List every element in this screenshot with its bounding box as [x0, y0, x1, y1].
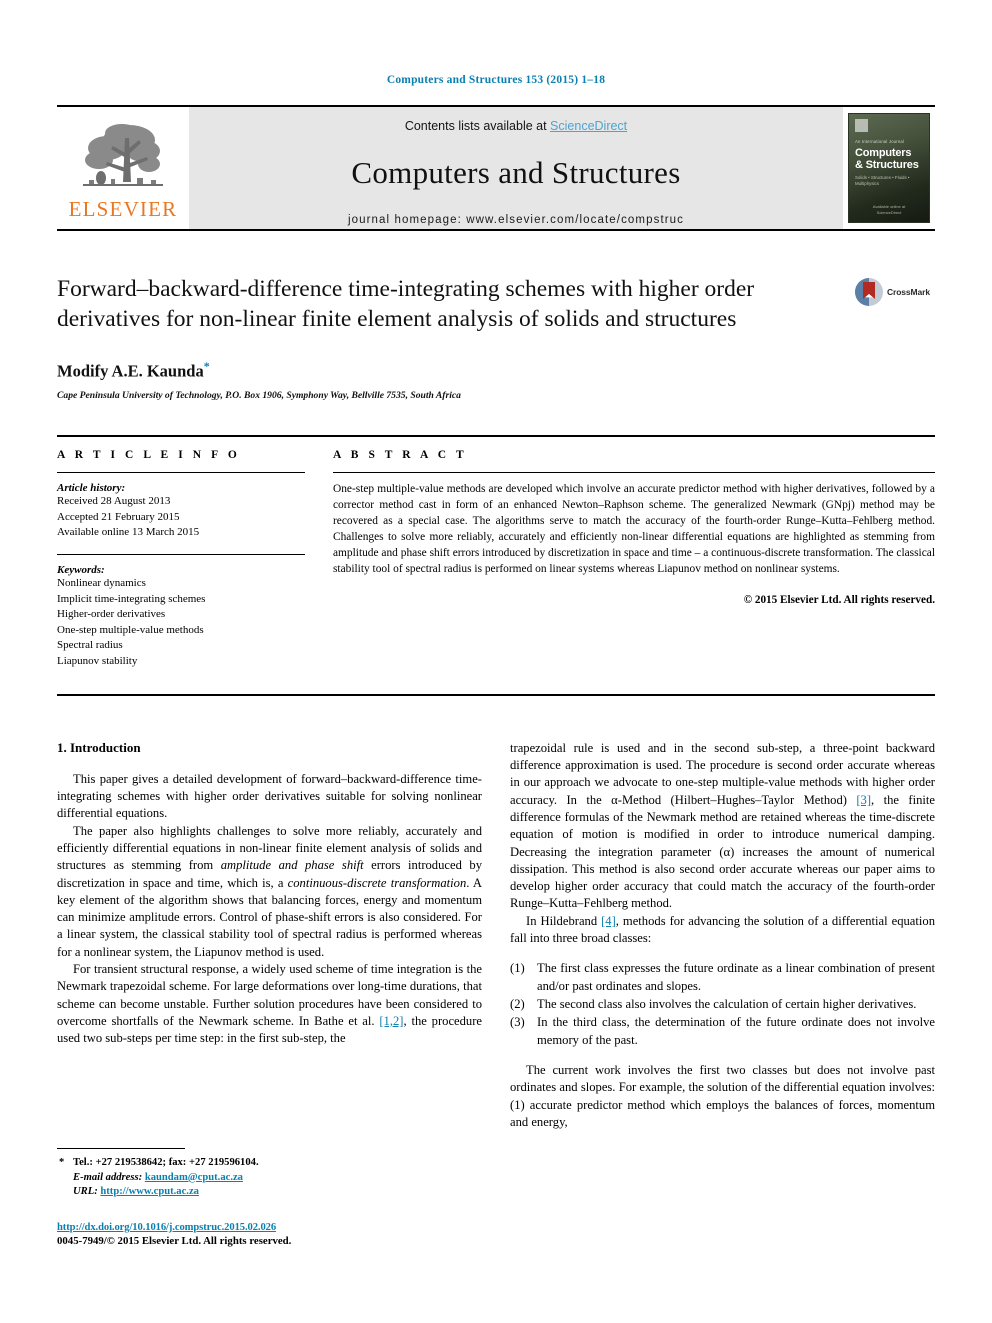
issn-copyright-line: 0045-7949/© 2015 Elsevier Ltd. All right…: [57, 1235, 292, 1247]
keyword-item: Liapunov stability: [57, 655, 138, 668]
section-heading-introduction: 1. Introduction: [57, 739, 141, 755]
cover-badge-icon: [855, 119, 868, 132]
paragraph: The paper also highlights challenges to …: [57, 823, 483, 959]
contents-prefix: Contents lists available at: [404, 119, 551, 133]
footnote-url-link[interactable]: http://www.cput.ac.za: [100, 1186, 199, 1197]
sciencedirect-link[interactable]: ScienceDirect: [550, 119, 627, 133]
list-item: (2) The second class also involves the ca…: [510, 996, 935, 1013]
keyword-item: Spectral radius: [57, 639, 123, 652]
journal-masthead: ELSEVIER Contents lists available at Sci…: [57, 105, 935, 229]
abstract-column: A B S T R A C T One-step multiple-value …: [323, 449, 935, 669]
list-item: (3) In the third class, the determination…: [510, 1014, 935, 1049]
footnote-tel-text: Tel.: +27 219538642; fax: +27 219596104.: [73, 1157, 259, 1168]
emphasis-amplitude-phase: amplitude and phase shift: [220, 858, 364, 873]
emphasis-continuous-discrete: continuous-discrete transformation: [287, 875, 467, 890]
paragraph: trapezoidal rule is used and in the seco…: [510, 740, 935, 911]
keyword-item: Implicit time-integrating schemes: [57, 592, 206, 605]
crossmark-label: CrossMark: [886, 287, 931, 297]
footnote-email-link[interactable]: kaundam@cput.ac.za: [145, 1172, 243, 1183]
article-body: 1. Introduction This paper gives a detai…: [57, 740, 935, 1132]
cover-title: Computers & Structures: [855, 147, 925, 172]
doi-link[interactable]: http://dx.doi.org/10.1016/j.compstruc.20…: [57, 1222, 537, 1233]
cover-title-line2: & Structures: [855, 159, 919, 172]
reference-link-4[interactable]: [4]: [601, 914, 616, 928]
article-info-column: A R T I C L E I N F O Article history: R…: [57, 449, 323, 669]
article-history-online: Available online 13 March 2015: [57, 526, 200, 539]
cover-subtitle: Solids • Structures • Fluids • Multiphys…: [855, 175, 910, 186]
abstract-text: One-step multiple-value methods are deve…: [333, 483, 935, 576]
author-list: Modify A.E. Kaunda*: [57, 359, 833, 382]
footnote-rule: [57, 1148, 185, 1149]
article-history-accepted: Accepted 21 February 2015: [57, 510, 180, 523]
list-item-number: (3): [510, 1015, 525, 1030]
page-title: Forward–backward-difference time-integra…: [57, 276, 755, 332]
article-history-received: Received 28 August 2013: [57, 495, 171, 508]
masthead-center: Contents lists available at ScienceDirec…: [189, 107, 843, 229]
article-info-heading: A R T I C L E I N F O: [57, 449, 241, 462]
list-item-number: (2): [510, 997, 525, 1012]
paragraph: The current work involves the first two …: [510, 1062, 935, 1129]
footnote-tel: * Tel.: +27 219538642; fax: +27 219596104…: [57, 1156, 482, 1171]
classes-list: (1) The first class expresses the future …: [510, 960, 935, 1049]
article-history-label: Article history:: [57, 482, 126, 495]
journal-homepage[interactable]: journal homepage: www.elsevier.com/locat…: [348, 214, 684, 226]
abstract-copyright: © 2015 Elsevier Ltd. All rights reserved…: [743, 594, 935, 606]
footnote-url-label: URL:: [73, 1186, 98, 1198]
footnote-email-label: E-mail address:: [73, 1171, 143, 1183]
info-abstract-section: A R T I C L E I N F O Article history: R…: [57, 435, 935, 669]
list-item-text: In the third class, the determination of…: [537, 1015, 935, 1047]
keyword-item: One-step multiple-value methods: [57, 623, 204, 636]
reference-link-3[interactable]: [3]: [856, 793, 871, 807]
cover-footer: Available online at ScienceDirect: [849, 204, 929, 216]
keywords-label: Keywords:: [57, 564, 105, 577]
abstract-rule: [333, 472, 935, 474]
publisher-name: ELSEVIER: [68, 197, 178, 221]
list-item: (1) The first class expresses the future …: [510, 960, 935, 995]
cover-image: An International Journal Computers & Str…: [848, 113, 930, 223]
crossmark-icon: [854, 278, 883, 306]
footnote-url: URL: http://www.cput.ac.za: [57, 1185, 482, 1200]
journal-title: Computers and Structures: [351, 155, 681, 190]
cover-kicker: An International Journal: [855, 139, 905, 144]
cover-title-line1: Computers: [855, 147, 912, 159]
cover-footer-line2: ScienceDirect: [876, 210, 902, 215]
list-item-text: The second class also involves the calcu…: [537, 997, 917, 1012]
keyword-item: Nonlinear dynamics: [57, 577, 146, 590]
journal-cover-thumbnail[interactable]: An International Journal Computers & Str…: [843, 107, 935, 229]
list-item-text: The first class expresses the future ord…: [537, 961, 935, 993]
paragraph: For transient structural response, a wid…: [57, 962, 482, 1046]
abstract-heading: A B S T R A C T: [333, 449, 468, 462]
body-column-right: trapezoidal rule is used and in the seco…: [510, 740, 935, 1132]
paragraph: In Hildebrand [4], methods for advancing…: [510, 913, 935, 946]
running-head: Computers and Structures 153 (2015) 1–18: [386, 74, 606, 86]
paragraph: This paper gives a detailed development …: [57, 771, 482, 821]
crossmark-badge[interactable]: CrossMark: [849, 275, 935, 401]
footnote-email: E-mail address: kaundam@cput.ac.za: [57, 1171, 482, 1186]
article-page: Computers and Structures 153 (2015) 1–18: [0, 0, 992, 1323]
list-item-number: (1): [510, 961, 525, 976]
abstract-bottom-rule: [57, 693, 935, 696]
masthead-bottom-rule: [57, 229, 935, 231]
footer-block: http://dx.doi.org/10.1016/j.compstruc.20…: [57, 1222, 537, 1247]
affiliation: Cape Peninsula University of Technology,…: [57, 390, 461, 402]
contents-available-line: Contents lists available at ScienceDirec…: [405, 119, 627, 133]
footnote-star-marker: *: [59, 1157, 65, 1168]
corresponding-author-marker[interactable]: *: [204, 359, 210, 373]
publisher-logo[interactable]: ELSEVIER: [57, 107, 189, 229]
article-info-rule: [57, 472, 305, 474]
title-block: Forward–backward-difference time-integra…: [57, 275, 935, 401]
author-name: Modify A.E. Kaunda: [57, 361, 204, 381]
keywords-rule: [57, 554, 305, 556]
footnote-block: * Tel.: +27 219538642; fax: +27 219596104…: [57, 1148, 482, 1200]
elsevier-tree-icon: [83, 124, 163, 186]
reference-link-1-2[interactable]: [1,2]: [379, 1014, 403, 1028]
body-column-left: 1. Introduction This paper gives a detai…: [57, 740, 482, 1132]
keyword-item: Higher-order derivatives: [57, 608, 166, 621]
